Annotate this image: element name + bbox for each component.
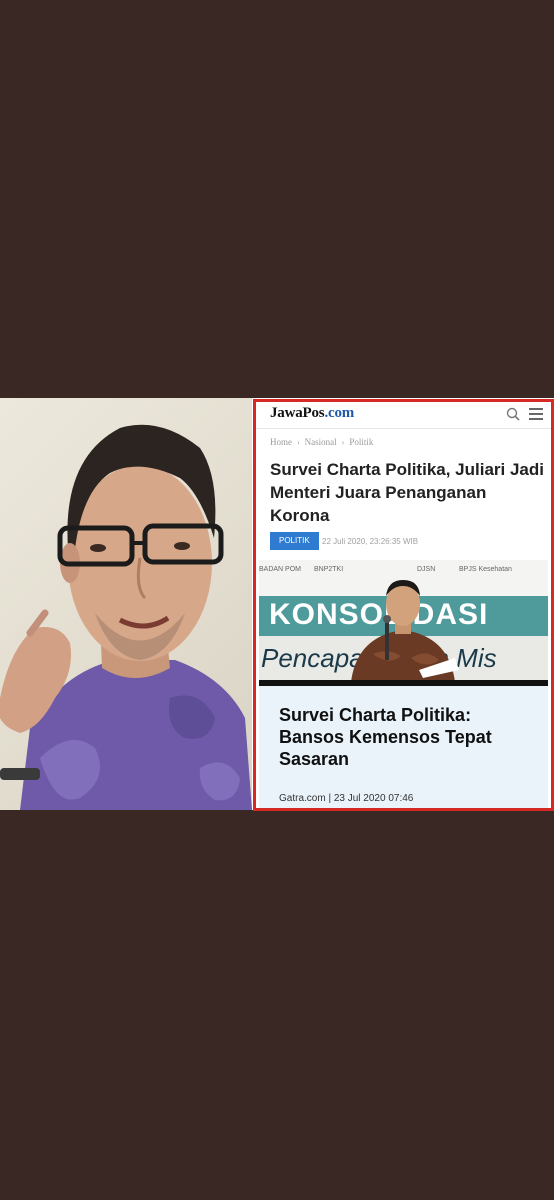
chevron-right-icon: › [341,438,345,447]
jawapos-header: JawaPos.com [256,402,551,429]
speaker-figure [351,580,459,682]
category-tag[interactable]: POLITIK [270,532,319,550]
logo-bpjs: BPJS Kesehatan [459,566,512,573]
news-photo: BADAN POM BNP2TKI DJSN BPJS Kesehatan KO… [259,560,548,686]
logo-badan-pom: BADAN POM [259,566,302,573]
portrait-photo [0,398,252,810]
news-screenshot-panel: JawaPos.com Home › Nasional › Politik Survei… [253,399,554,811]
breadcrumb-home[interactable]: Home [270,437,292,447]
logo-djsn: DJSN [417,566,436,573]
article-date: 22 Juli 2020, 23:26:35 WIB [322,537,419,546]
breadcrumb-nasional[interactable]: Nasional [305,437,337,447]
jawapos-headline: Survei Charta Politika, Juliari Jadi Men… [270,460,544,525]
news-collage-image: JawaPos.com Home › Nasional › Politik Survei… [0,398,554,811]
gatra-source-date: Gatra.com | 23 Jul 2020 07:46 [279,793,414,804]
hamburger-menu-icon[interactable] [529,408,543,420]
logo-bnp2tki: BNP2TKI [314,566,344,573]
breadcrumb: Home › Nasional › Politik [270,437,373,447]
search-icon[interactable] [506,407,520,421]
gatra-article-card[interactable]: Survei Charta Politika: Bansos Kemensos … [259,686,548,808]
breadcrumb-politik[interactable]: Politik [349,437,373,447]
gatra-headline: Survei Charta Politika: Bansos Kemensos … [279,705,492,769]
jawapos-logo[interactable]: JawaPos.com [270,405,354,422]
chevron-right-icon: › [297,438,300,447]
